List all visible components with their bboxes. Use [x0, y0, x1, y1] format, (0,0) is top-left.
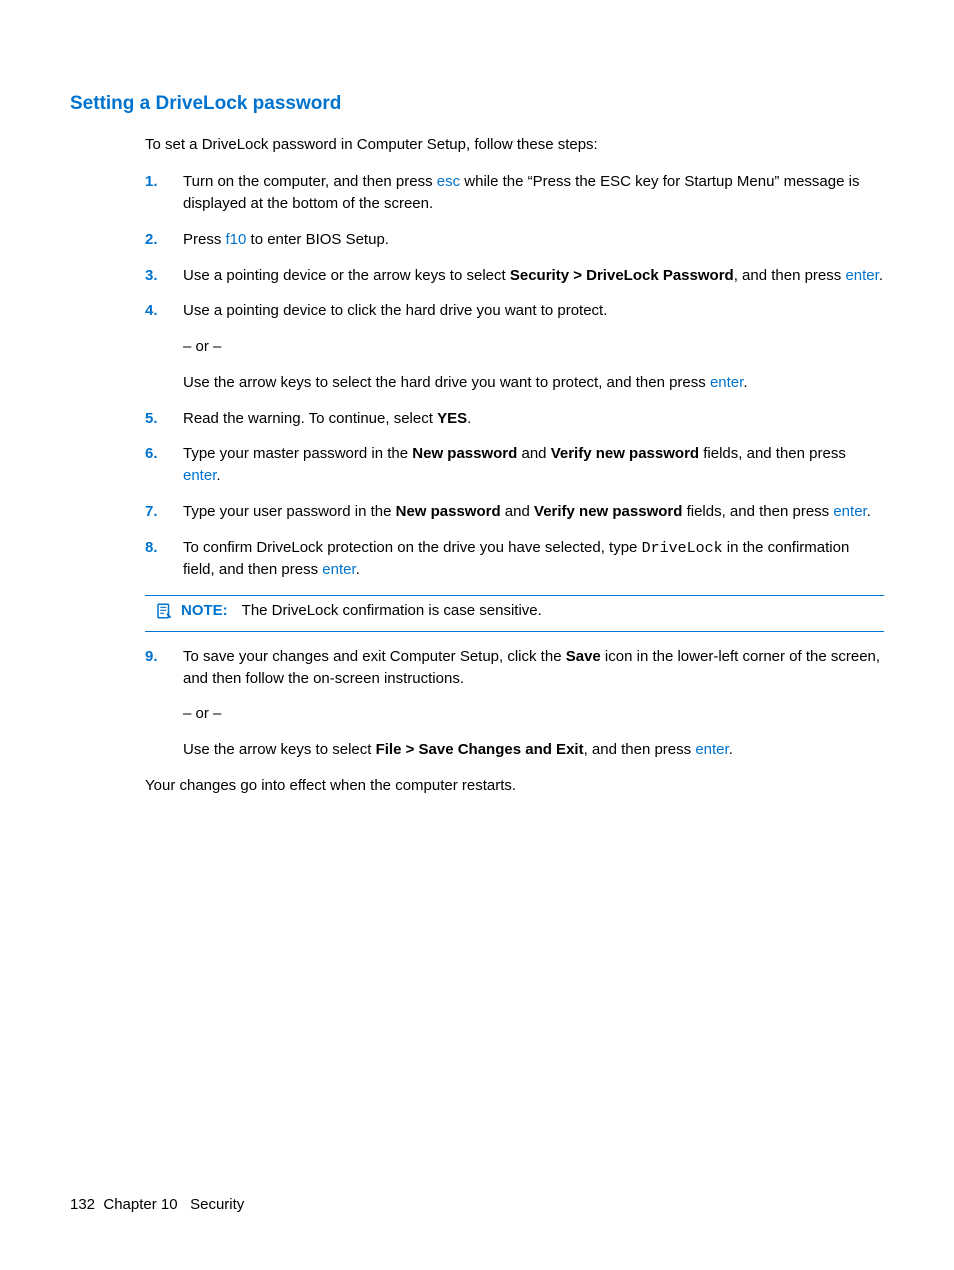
key-enter: enter: [183, 467, 216, 484]
key-enter: enter: [695, 741, 728, 758]
step-text: Type your master password in the New pas…: [183, 443, 884, 487]
step-text: Type your user password in the New passw…: [183, 501, 884, 523]
step-8: 8. To confirm DriveLock protection on th…: [145, 537, 884, 582]
chapter-label: Chapter 10 Security: [103, 1196, 244, 1213]
step-number: 6.: [145, 443, 183, 487]
note-icon: [155, 602, 173, 627]
step-number: 9.: [145, 646, 183, 761]
page-number: 132: [70, 1196, 95, 1213]
step-text: Use a pointing device to click the hard …: [183, 300, 884, 322]
step-number: 1.: [145, 171, 183, 215]
note-text: The DriveLock confirmation is case sensi…: [242, 600, 884, 622]
note-label: NOTE:: [181, 600, 228, 622]
step-1: 1. Turn on the computer, and then press …: [145, 171, 884, 215]
step-text: Press f10 to enter BIOS Setup.: [183, 229, 884, 251]
note-callout: NOTE: The DriveLock confirmation is case…: [145, 595, 884, 632]
or-divider: – or –: [183, 336, 884, 358]
step-7: 7. Type your user password in the New pa…: [145, 501, 884, 523]
key-enter: enter: [845, 267, 878, 284]
ordered-list-cont: 9. To save your changes and exit Compute…: [145, 646, 884, 761]
key-f10: f10: [226, 231, 247, 248]
or-divider: – or –: [183, 703, 884, 725]
intro-text: To set a DriveLock password in Computer …: [145, 134, 884, 156]
step-4: 4. Use a pointing device to click the ha…: [145, 300, 884, 393]
page-footer: 132 Chapter 10 Security: [70, 1194, 244, 1216]
section-heading: Setting a DriveLock password: [70, 90, 884, 118]
step-2: 2. Press f10 to enter BIOS Setup.: [145, 229, 884, 251]
step-text: Turn on the computer, and then press esc…: [183, 171, 884, 215]
step-text: Use the arrow keys to select File > Save…: [183, 739, 884, 761]
step-number: 4.: [145, 300, 183, 393]
step-number: 3.: [145, 265, 183, 287]
key-esc: esc: [437, 173, 460, 190]
step-3: 3. Use a pointing device or the arrow ke…: [145, 265, 884, 287]
step-text: Use a pointing device or the arrow keys …: [183, 265, 884, 287]
step-number: 8.: [145, 537, 183, 582]
step-text: To save your changes and exit Computer S…: [183, 646, 884, 690]
key-enter: enter: [322, 561, 355, 578]
ordered-list: 1. Turn on the computer, and then press …: [145, 171, 884, 581]
step-text: Read the warning. To continue, select YE…: [183, 408, 884, 430]
closing-text: Your changes go into effect when the com…: [145, 775, 884, 797]
key-enter: enter: [833, 503, 866, 520]
step-text: To confirm DriveLock protection on the d…: [183, 537, 884, 582]
step-text: Use the arrow keys to select the hard dr…: [183, 372, 884, 394]
step-9: 9. To save your changes and exit Compute…: [145, 646, 884, 761]
key-enter: enter: [710, 374, 743, 391]
step-number: 2.: [145, 229, 183, 251]
code-text: DriveLock: [642, 540, 723, 557]
step-6: 6. Type your master password in the New …: [145, 443, 884, 487]
step-number: 5.: [145, 408, 183, 430]
step-5: 5. Read the warning. To continue, select…: [145, 408, 884, 430]
step-number: 7.: [145, 501, 183, 523]
